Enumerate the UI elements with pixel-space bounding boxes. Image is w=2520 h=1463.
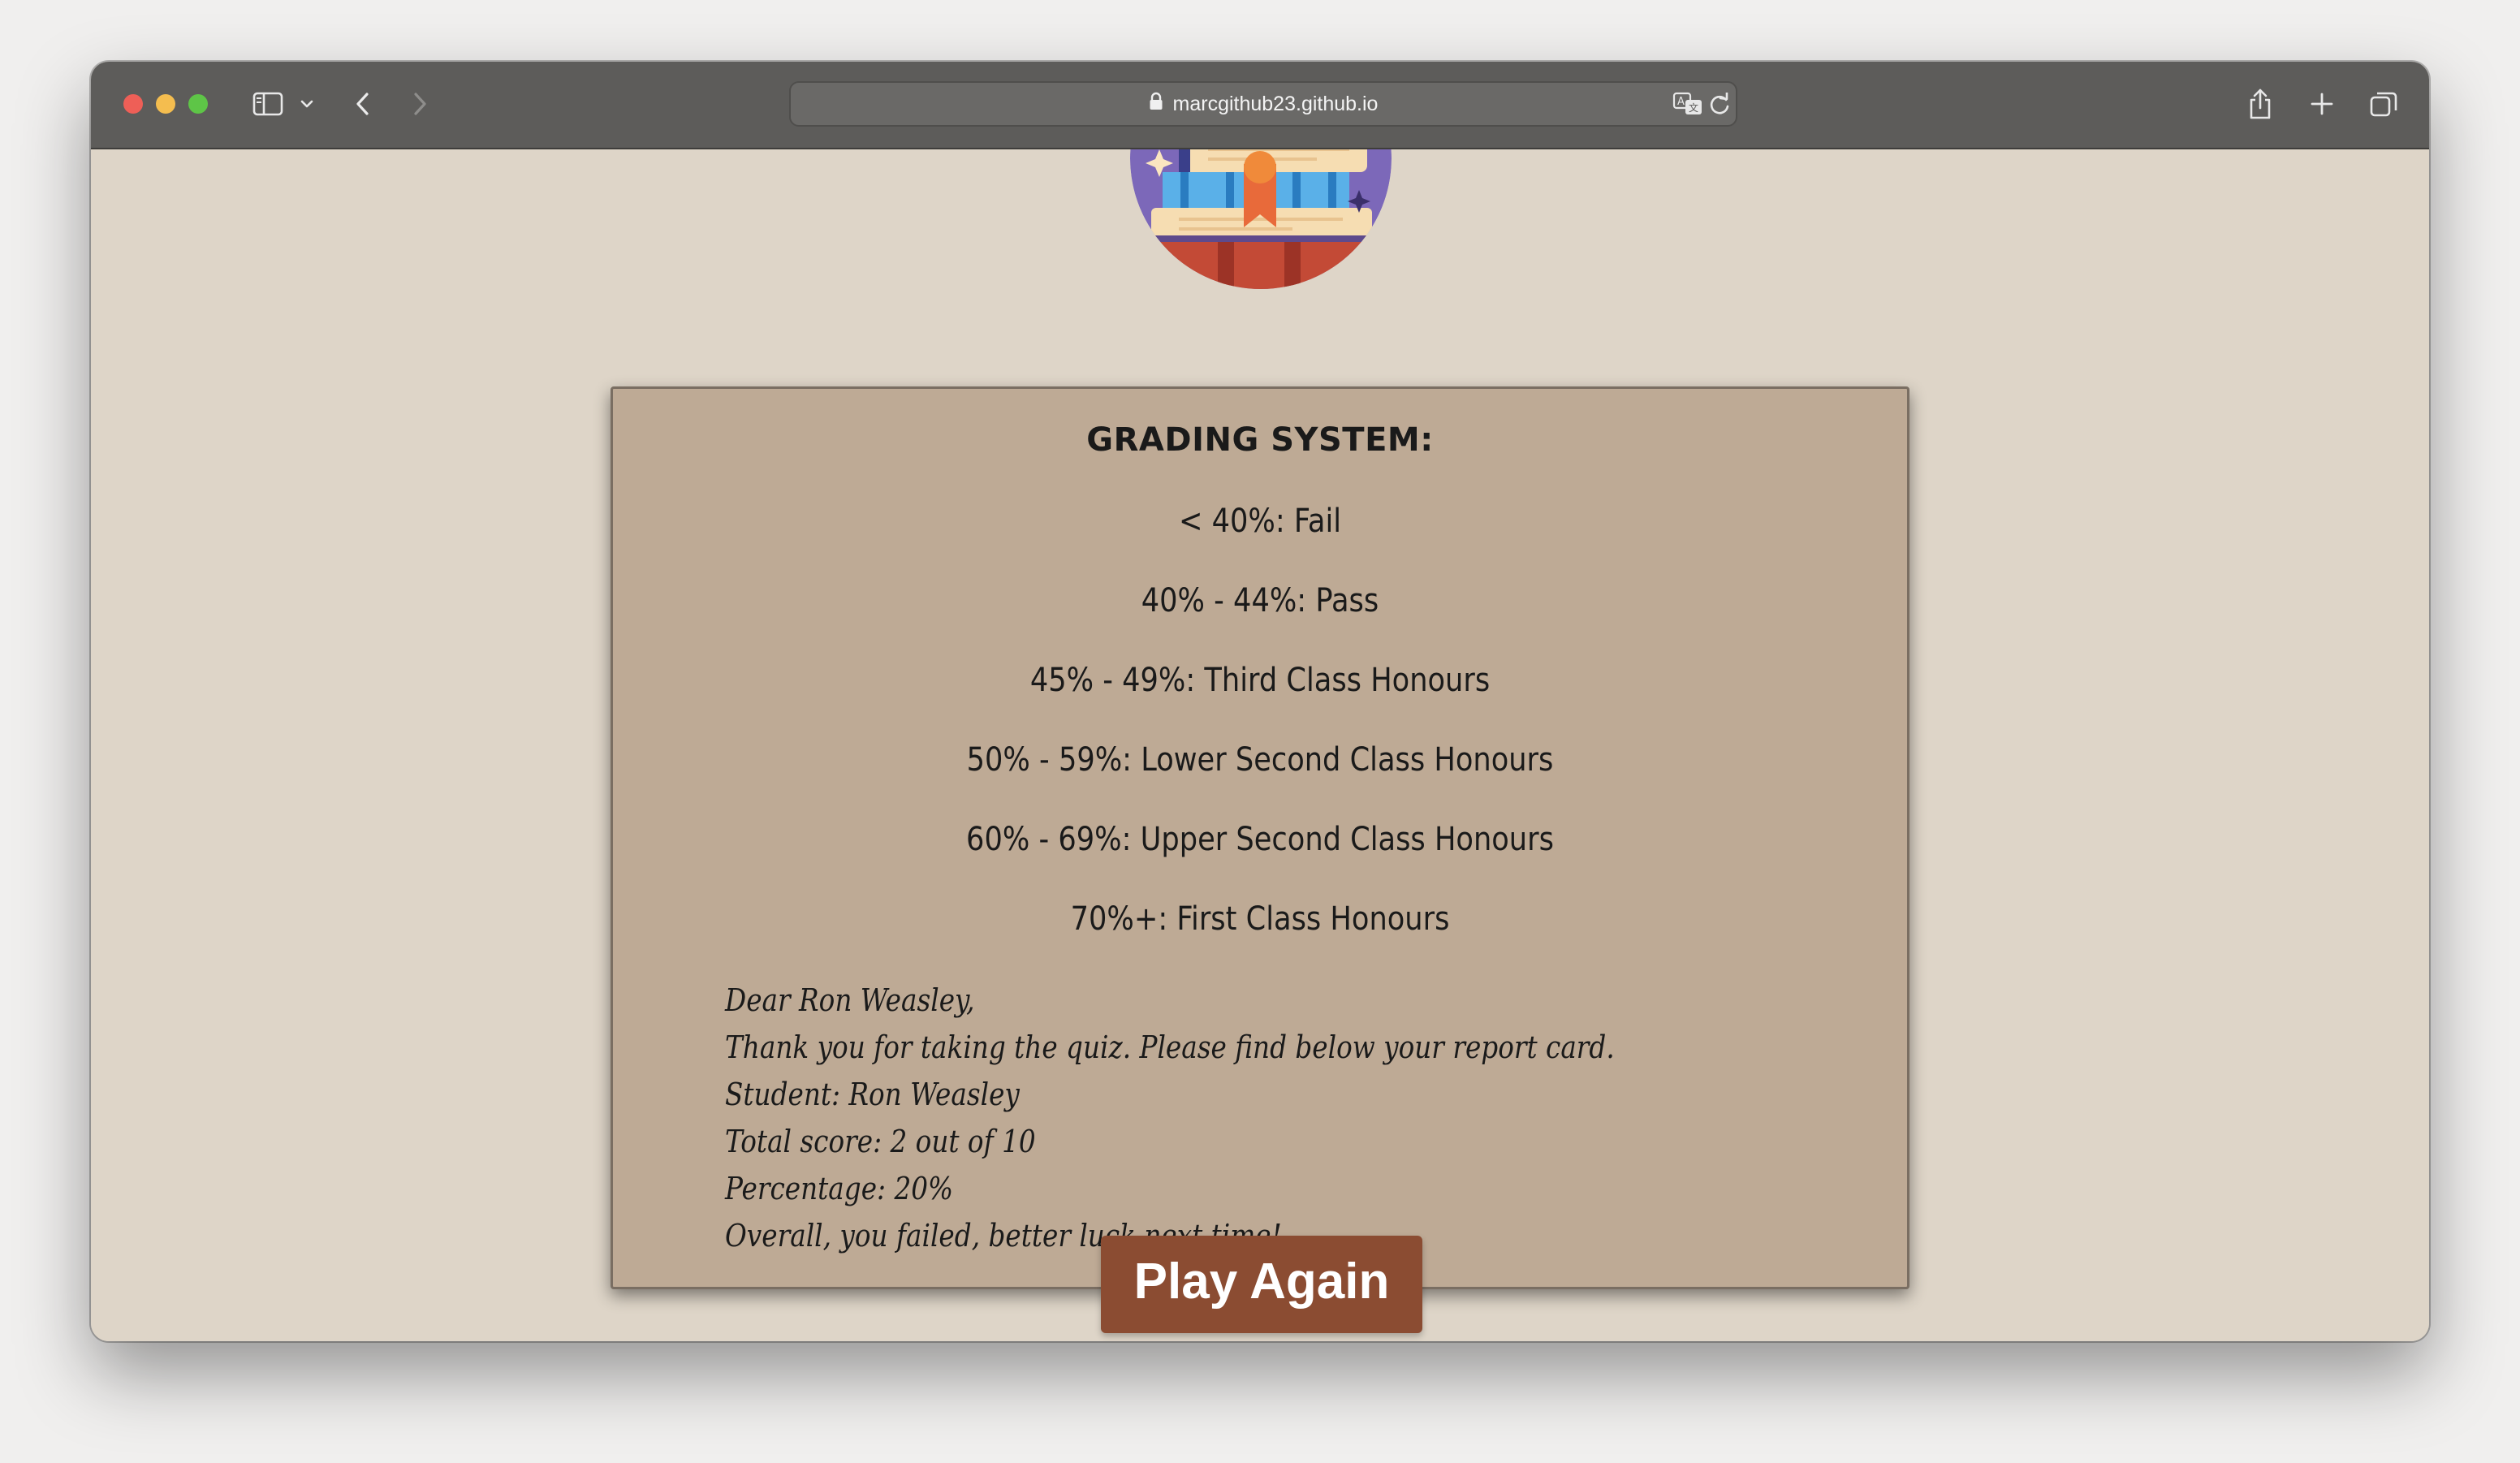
- minimize-window-button[interactable]: [156, 94, 175, 114]
- browser-toolbar: marcgithub23.github.io A 文: [91, 62, 2429, 149]
- grade-band-third-class: 45% - 49%: Third Class Honours: [1029, 662, 1491, 699]
- close-window-button[interactable]: [123, 94, 143, 114]
- books-stack-logo: [1130, 149, 1392, 289]
- svg-text:A: A: [1677, 96, 1685, 108]
- report-total-score: Total score: 2 out of 10: [725, 1124, 1036, 1159]
- grading-system-title: GRADING SYSTEM:: [1086, 421, 1434, 459]
- zoom-window-button[interactable]: [188, 94, 208, 114]
- grade-band-lower-second: 50% - 59%: Lower Second Class Honours: [966, 741, 1554, 779]
- report-intro: Thank you for taking the quiz. Please fi…: [725, 1029, 1615, 1065]
- grade-band-first-class: 70%+: First Class Honours: [1070, 900, 1450, 938]
- translate-icon[interactable]: A 文: [1672, 91, 1703, 121]
- grade-band-pass: 40% - 44%: Pass: [1141, 582, 1379, 619]
- page-content: GRADING SYSTEM: < 40%: Fail 40% - 44%: P…: [91, 149, 2429, 1341]
- report-letter: Dear Ron Weasley, Thank you for taking t…: [725, 977, 1615, 1259]
- play-again-button[interactable]: Play Again: [1101, 1236, 1422, 1333]
- sidebar-toggle-icon[interactable]: [250, 86, 286, 122]
- browser-window: marcgithub23.github.io A 文 GRADING SYSTE…: [91, 62, 2429, 1341]
- address-bar[interactable]: marcgithub23.github.io A 文: [789, 81, 1737, 127]
- report-card: GRADING SYSTEM: < 40%: Fail 40% - 44%: P…: [611, 386, 1909, 1289]
- grade-band-fail: < 40%: Fail: [1178, 503, 1342, 540]
- new-tab-icon[interactable]: [2307, 86, 2337, 122]
- svg-text:文: 文: [1689, 101, 1698, 114]
- back-icon[interactable]: [351, 86, 375, 122]
- grade-band-upper-second: 60% - 69%: Upper Second Class Honours: [966, 821, 1554, 858]
- report-student: Student: Ron Weasley: [725, 1077, 1020, 1112]
- share-icon[interactable]: [2246, 86, 2275, 122]
- report-greeting: Dear Ron Weasley,: [725, 982, 975, 1018]
- chevron-down-icon[interactable]: [297, 86, 317, 122]
- reload-icon[interactable]: [1708, 91, 1731, 121]
- forward-icon[interactable]: [408, 86, 432, 122]
- report-percentage: Percentage: 20%: [725, 1171, 954, 1206]
- tab-overview-icon[interactable]: [2367, 86, 2400, 122]
- lock-icon: [1149, 92, 1163, 117]
- url-text: marcgithub23.github.io: [1172, 92, 1379, 115]
